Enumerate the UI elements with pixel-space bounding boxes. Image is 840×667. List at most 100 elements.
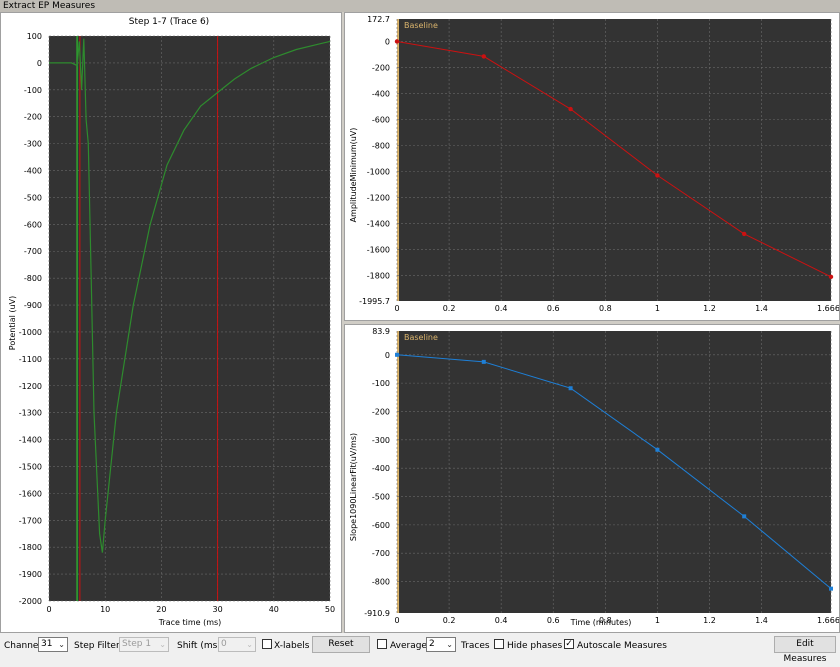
xlabels-label: X-labels xyxy=(274,641,310,651)
y-tick-label: -1100 xyxy=(19,355,42,364)
baseline-label: Baseline xyxy=(404,21,438,30)
data-point xyxy=(394,39,400,44)
x-tick-label: 0.2 xyxy=(443,304,456,313)
step-filter-select[interactable]: Step 1 ⌄ xyxy=(119,637,169,652)
x-tick-label: 1.4 xyxy=(755,304,768,313)
average-label: Average xyxy=(390,641,427,651)
y-tick-label: -200 xyxy=(372,63,390,72)
x-tick-label: 0.4 xyxy=(495,616,508,625)
hide-phases-checkbox[interactable] xyxy=(494,639,504,649)
slope-chart-panel[interactable]: Slope1090LinearFit(uV/ms) Time (minutes)… xyxy=(344,324,840,633)
data-point xyxy=(395,352,399,357)
x-tick-label: 0.2 xyxy=(443,616,456,625)
slope-chart-ylabel: Slope1090LinearFit(uV/ms) xyxy=(349,433,358,541)
x-tick-label: 50 xyxy=(325,605,335,614)
x-tick-label: 0.4 xyxy=(495,304,508,313)
x-tick-label: 30 xyxy=(213,605,223,614)
chevron-down-icon: ⌄ xyxy=(159,640,166,649)
y-tick-label: -1000 xyxy=(19,328,42,337)
y-tick-label: 0 xyxy=(385,37,390,46)
data-point xyxy=(481,54,486,59)
autoscale-label: Autoscale Measures xyxy=(577,641,667,651)
y-tick-label: -800 xyxy=(372,141,390,150)
traces-label: Traces xyxy=(461,641,490,651)
plot-area xyxy=(397,331,831,613)
x-tick-label: 10 xyxy=(100,605,110,614)
average-checkbox[interactable] xyxy=(377,639,387,649)
baseline-label: Baseline xyxy=(404,333,438,342)
edit-measures-button[interactable]: Edit Measures xyxy=(774,636,836,664)
plot-area xyxy=(397,19,831,301)
autoscale-checkbox[interactable]: ✓ xyxy=(564,639,574,649)
hide-phases-label: Hide phases xyxy=(507,641,563,651)
trace-chart-xlabel: Trace time (ms) xyxy=(158,618,222,627)
bottom-toolbar: Channel 31 ⌄ Step Filter Step 1 ⌄ Shift (m… xyxy=(0,633,840,664)
shift-label: Shift (ms) xyxy=(177,641,221,651)
y-tick-label: -600 xyxy=(372,115,390,124)
x-tick-label: 1 xyxy=(655,304,660,313)
chevron-down-icon: ⌄ xyxy=(58,640,65,649)
y-tick-label: -1900 xyxy=(19,570,42,579)
slope-chart[interactable]: Slope1090LinearFit(uV/ms) Time (minutes)… xyxy=(345,325,839,632)
reset-button[interactable]: Reset xyxy=(312,636,370,653)
data-point xyxy=(568,386,573,391)
x-tick-label: 0.8 xyxy=(599,616,612,625)
data-point xyxy=(829,586,833,591)
channel-label: Channel xyxy=(4,641,41,651)
y-tick-label: -300 xyxy=(372,436,390,445)
y-tick-label: -1300 xyxy=(19,409,42,418)
channel-value: 31 xyxy=(41,639,53,649)
x-tick-label: 1.2 xyxy=(703,304,716,313)
y-tick-label: -600 xyxy=(372,521,390,530)
trace-chart-panel[interactable]: Step 1-7 (Trace 6) Potential (uV) Trace … xyxy=(0,12,342,633)
y-tick-label: -700 xyxy=(372,549,390,558)
x-tick-label: 20 xyxy=(156,605,166,614)
x-tick-label: 1.4 xyxy=(755,616,768,625)
trace-chart[interactable]: Step 1-7 (Trace 6) Potential (uV) Trace … xyxy=(1,13,341,632)
xlabels-checkbox[interactable] xyxy=(262,639,272,649)
y-tick-label: -1200 xyxy=(367,194,390,203)
check-icon: ✓ xyxy=(565,639,573,649)
data-point xyxy=(741,231,747,237)
amplitude-chart-panel[interactable]: AmplitudeMinimum(uV) 0 -200 -400 -600 -800 -1… xyxy=(344,12,840,321)
traces-select[interactable]: 2 ⌄ xyxy=(426,637,456,652)
y-tick-label: -700 xyxy=(24,247,42,256)
y-tick-label: -1000 xyxy=(367,168,390,177)
y-tick-label: -600 xyxy=(24,220,42,229)
x-tick-label: 1.6667 xyxy=(817,616,839,625)
y-min-label: -910.9 xyxy=(364,609,390,618)
y-tick-label: -2000 xyxy=(19,597,42,606)
x-tick-label: 1 xyxy=(655,616,660,625)
x-tick-label: 0.6 xyxy=(547,616,560,625)
y-tick-label: -900 xyxy=(24,301,42,310)
y-min-label: -1995.7 xyxy=(359,297,390,306)
y-max-label: 172.7 xyxy=(367,15,390,24)
amplitude-chart[interactable]: AmplitudeMinimum(uV) 0 -200 -400 -600 -800 -1… xyxy=(345,13,839,320)
shift-value: 0 xyxy=(221,639,227,649)
y-tick-label: -1400 xyxy=(19,436,42,445)
amplitude-chart-ylabel: AmplitudeMinimum(uV) xyxy=(349,128,358,223)
x-tick-label: 0 xyxy=(394,304,399,313)
x-tick-label: 0 xyxy=(46,605,51,614)
x-tick-label: 1.2 xyxy=(703,616,716,625)
y-tick-label: -1500 xyxy=(19,462,42,471)
chevron-down-icon: ⌄ xyxy=(246,640,253,649)
step-filter-value: Step 1 xyxy=(122,639,152,649)
data-point xyxy=(828,274,834,280)
y-tick-label: -1200 xyxy=(19,382,42,391)
chevron-down-icon: ⌄ xyxy=(446,640,453,649)
x-tick-label: 0.6 xyxy=(547,304,560,313)
y-tick-label: 100 xyxy=(27,32,42,41)
x-tick-label: 40 xyxy=(269,605,279,614)
y-tick-label: -400 xyxy=(372,89,390,98)
y-tick-label: -300 xyxy=(24,140,42,149)
data-point xyxy=(655,173,660,178)
y-tick-label: -500 xyxy=(372,493,390,502)
shift-select[interactable]: 0 ⌄ xyxy=(218,637,256,652)
trace-chart-title: Step 1-7 (Trace 6) xyxy=(129,17,209,27)
traces-value: 2 xyxy=(429,639,435,649)
data-point xyxy=(742,514,747,519)
trace-plot-area xyxy=(49,36,330,601)
channel-select[interactable]: 31 ⌄ xyxy=(38,637,68,652)
y-tick-label: -200 xyxy=(372,407,390,416)
